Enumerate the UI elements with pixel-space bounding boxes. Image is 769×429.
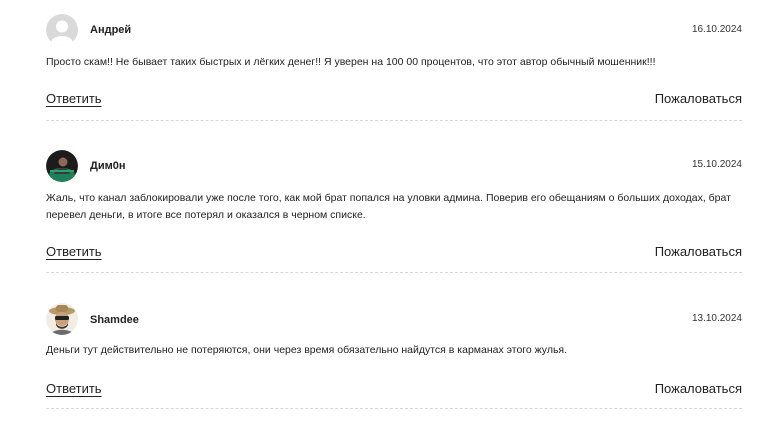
comment-text: Просто скам!! Не бывает таких быстрых и …: [46, 56, 656, 68]
default-avatar-icon: [46, 14, 78, 46]
comment-divider: [46, 120, 742, 121]
user-photo-avatar: [46, 303, 78, 335]
comment-divider: [46, 272, 742, 273]
report-link[interactable]: Пожаловаться: [655, 244, 742, 259]
comment-text: Деньги тут действительно не потеряются, …: [46, 344, 568, 356]
comment-date: 13.10.2024: [691, 313, 742, 324]
comment-author: Shamdee: [90, 314, 139, 326]
user-photo-avatar: [46, 150, 78, 182]
comment-author: Андрей: [90, 24, 132, 36]
comment-item: Андрей 16.10.2024 Просто скам!! Не бывае…: [46, 14, 742, 122]
comment-author: Дим0н: [90, 160, 126, 172]
reply-link[interactable]: Ответить: [46, 91, 102, 106]
reply-link[interactable]: Ответить: [46, 244, 102, 259]
comment-item: Shamdee 13.10.2024 Деньги тут действител…: [46, 303, 742, 413]
reply-link[interactable]: Ответить: [46, 381, 102, 396]
comment-date: 16.10.2024: [691, 24, 742, 35]
report-link[interactable]: Пожаловаться: [655, 91, 742, 106]
comment-date: 15.10.2024: [691, 159, 742, 170]
report-link[interactable]: Пожаловаться: [655, 381, 742, 396]
comment-text: Жаль, что канал заблокировали уже после …: [46, 192, 731, 221]
comment-item: Дим0н 15.10.2024 Жаль, что канал заблоки…: [46, 150, 742, 274]
comment-divider: [46, 408, 742, 409]
